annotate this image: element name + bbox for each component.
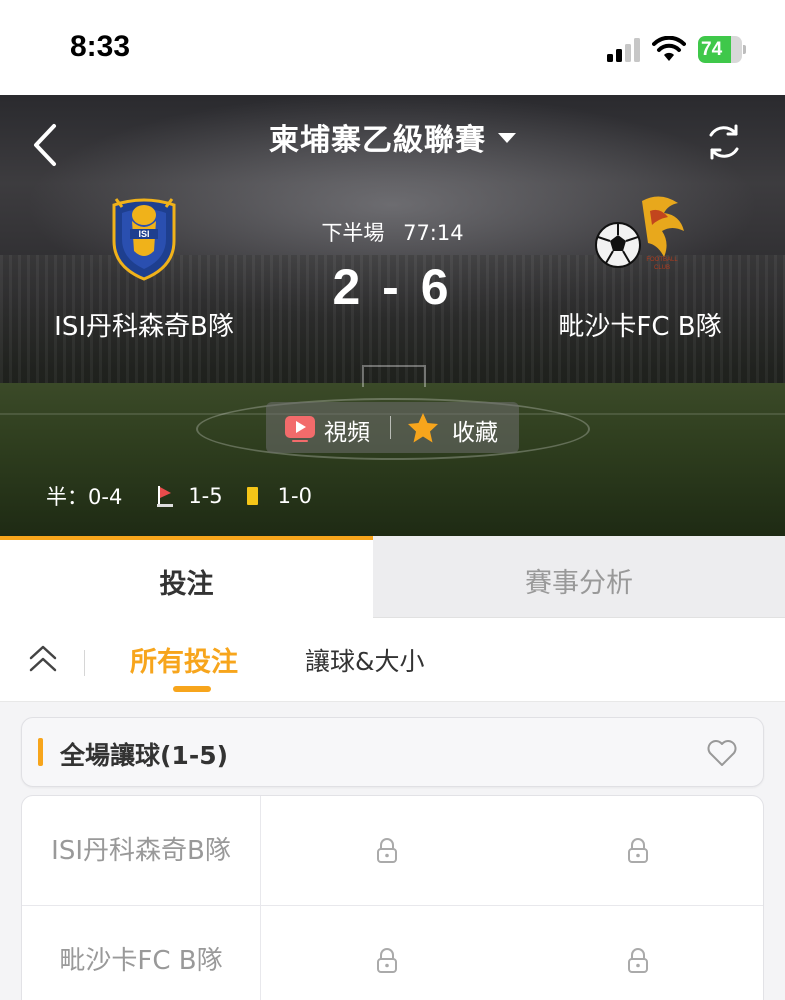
status-bar: 8:33 74 — [0, 0, 785, 95]
market-header[interactable]: 全場讓球(1-5) — [21, 717, 764, 787]
video-button[interactable]: 視頻 — [324, 413, 370, 447]
half-time-score: 半：0-4 — [46, 485, 123, 509]
league-title: 柬埔寨乙級聯賽 — [269, 123, 486, 158]
odds-table: ISI丹科森奇B隊 毗沙卡FC B隊 — [21, 795, 764, 1000]
status-time: 8:33 — [70, 30, 131, 63]
sub-tab-all-bets[interactable]: 所有投注 — [130, 640, 238, 679]
odds-row-team: 毗沙卡FC B隊 — [22, 906, 261, 1000]
lock-icon — [628, 838, 648, 863]
favorite-button[interactable]: 收藏 — [452, 413, 498, 447]
odds-row: ISI丹科森奇B隊 — [22, 796, 763, 906]
match-period: 下半場 — [321, 221, 385, 245]
video-icon[interactable] — [284, 415, 316, 443]
match-stats: 半：0-4 1-5 1-0 — [46, 481, 312, 511]
tab-analysis[interactable]: 賽事分析 — [373, 536, 785, 618]
main-tabs: 投注 賽事分析 — [0, 536, 785, 618]
wifi-icon — [652, 36, 686, 61]
odds-row: 毗沙卡FC B隊 — [22, 906, 763, 1000]
yellow-card-icon — [246, 487, 258, 505]
chevrons-up-icon[interactable] — [28, 644, 58, 676]
odds-row-team: ISI丹科森奇B隊 — [22, 796, 261, 906]
league-selector[interactable]: 柬埔寨乙級聯賽 — [0, 115, 785, 159]
tab-analysis-label: 賽事分析 — [525, 568, 633, 599]
lock-icon — [377, 948, 397, 973]
heart-icon[interactable] — [706, 739, 738, 767]
corners-count: 1-5 — [188, 484, 223, 508]
sub-tab-handicap-ou[interactable]: 讓球&大小 — [305, 642, 425, 678]
corner-flag-icon — [157, 486, 174, 507]
match-status: 下半場 77:14 — [0, 217, 785, 247]
match-score: 2 - 6 — [332, 259, 453, 315]
star-icon[interactable] — [406, 411, 440, 445]
chevron-down-icon — [498, 132, 516, 143]
battery-charging-icon: 74 — [698, 36, 746, 63]
tab-bet[interactable]: 投注 — [0, 536, 373, 618]
match-clock: 77:14 — [403, 221, 464, 245]
battery-percent: 74 — [701, 39, 723, 60]
sub-tabs: 所有投注 讓球&大小 — [0, 618, 785, 702]
active-tab-indicator — [173, 686, 211, 692]
yellow-cards-count: 1-0 — [277, 484, 312, 508]
lock-icon — [628, 948, 648, 973]
tab-bet-label: 投注 — [159, 569, 214, 600]
lock-icon — [377, 838, 397, 863]
market-title: 全場讓球(1-5) — [60, 741, 229, 770]
match-hero: 柬埔寨乙級聯賽 ISI FOOTBALL CLUB ISI丹科森奇B隊 毗沙卡F… — [0, 95, 785, 536]
signal-icon — [607, 38, 640, 62]
refresh-icon[interactable] — [704, 122, 744, 162]
action-bar: 視頻 收藏 — [266, 402, 519, 453]
